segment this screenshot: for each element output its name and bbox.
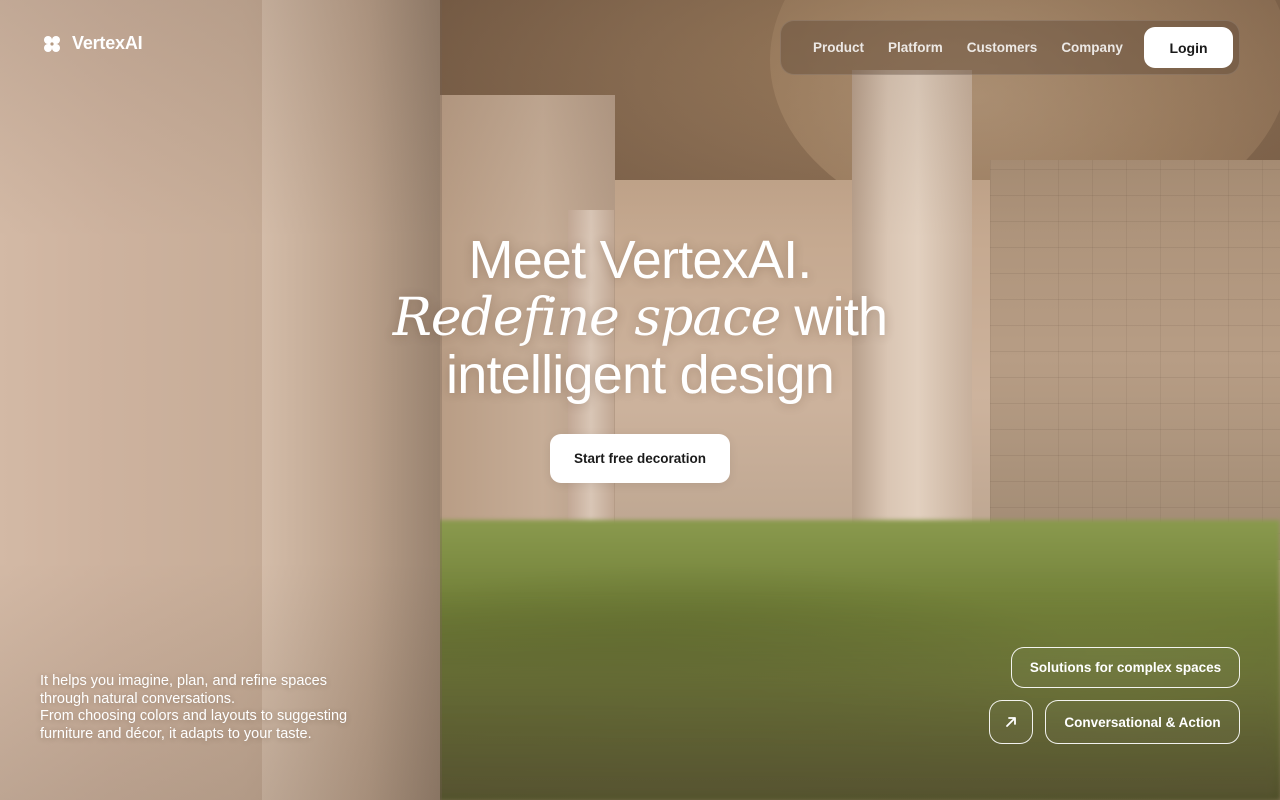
login-button[interactable]: Login	[1144, 27, 1233, 68]
brand-name: VertexAI	[72, 33, 143, 53]
start-free-decoration-button[interactable]: Start free decoration	[550, 434, 730, 483]
conversational-action-chip[interactable]: Conversational & Action	[1045, 700, 1240, 744]
nav-link-platform[interactable]: Platform	[888, 40, 943, 55]
hero-title-line-1: Meet VertexAI.	[468, 230, 813, 290]
hero-section: Meet VertexAI. Redefine space with intel…	[0, 232, 1280, 404]
arrow-up-right-icon	[1006, 717, 1016, 727]
description-line-3: From choosing colors and layouts to sugg…	[40, 708, 348, 724]
solutions-chip[interactable]: Solutions for complex spaces	[1011, 647, 1240, 688]
description-line-2: through natural conversations.	[40, 690, 236, 707]
hero-title-line-3: intelligent design	[446, 345, 835, 405]
description-line-1: It helps you imagine, plan, and refine s…	[40, 673, 327, 689]
hero-description: It helps you imagine, plan, and refine s…	[40, 673, 420, 743]
nav-link-company[interactable]: Company	[1061, 40, 1123, 55]
nav-link-customers[interactable]: Customers	[967, 40, 1038, 55]
hero-title-line-2: Redefine space with	[0, 289, 1280, 347]
description-line-4: furniture and décor, it adapts to your t…	[40, 725, 312, 742]
clover-icon	[44, 35, 60, 52]
nav-link-product[interactable]: Product	[813, 40, 864, 55]
brand-logo[interactable]: VertexAI	[42, 33, 143, 54]
hero-title-serif-phrase: Redefine space	[392, 288, 782, 348]
arrow-link-button[interactable]	[989, 700, 1033, 744]
top-navigation: Product Platform Customers Company Login	[780, 20, 1240, 75]
hero-title-line-2-rest: with	[780, 287, 888, 347]
